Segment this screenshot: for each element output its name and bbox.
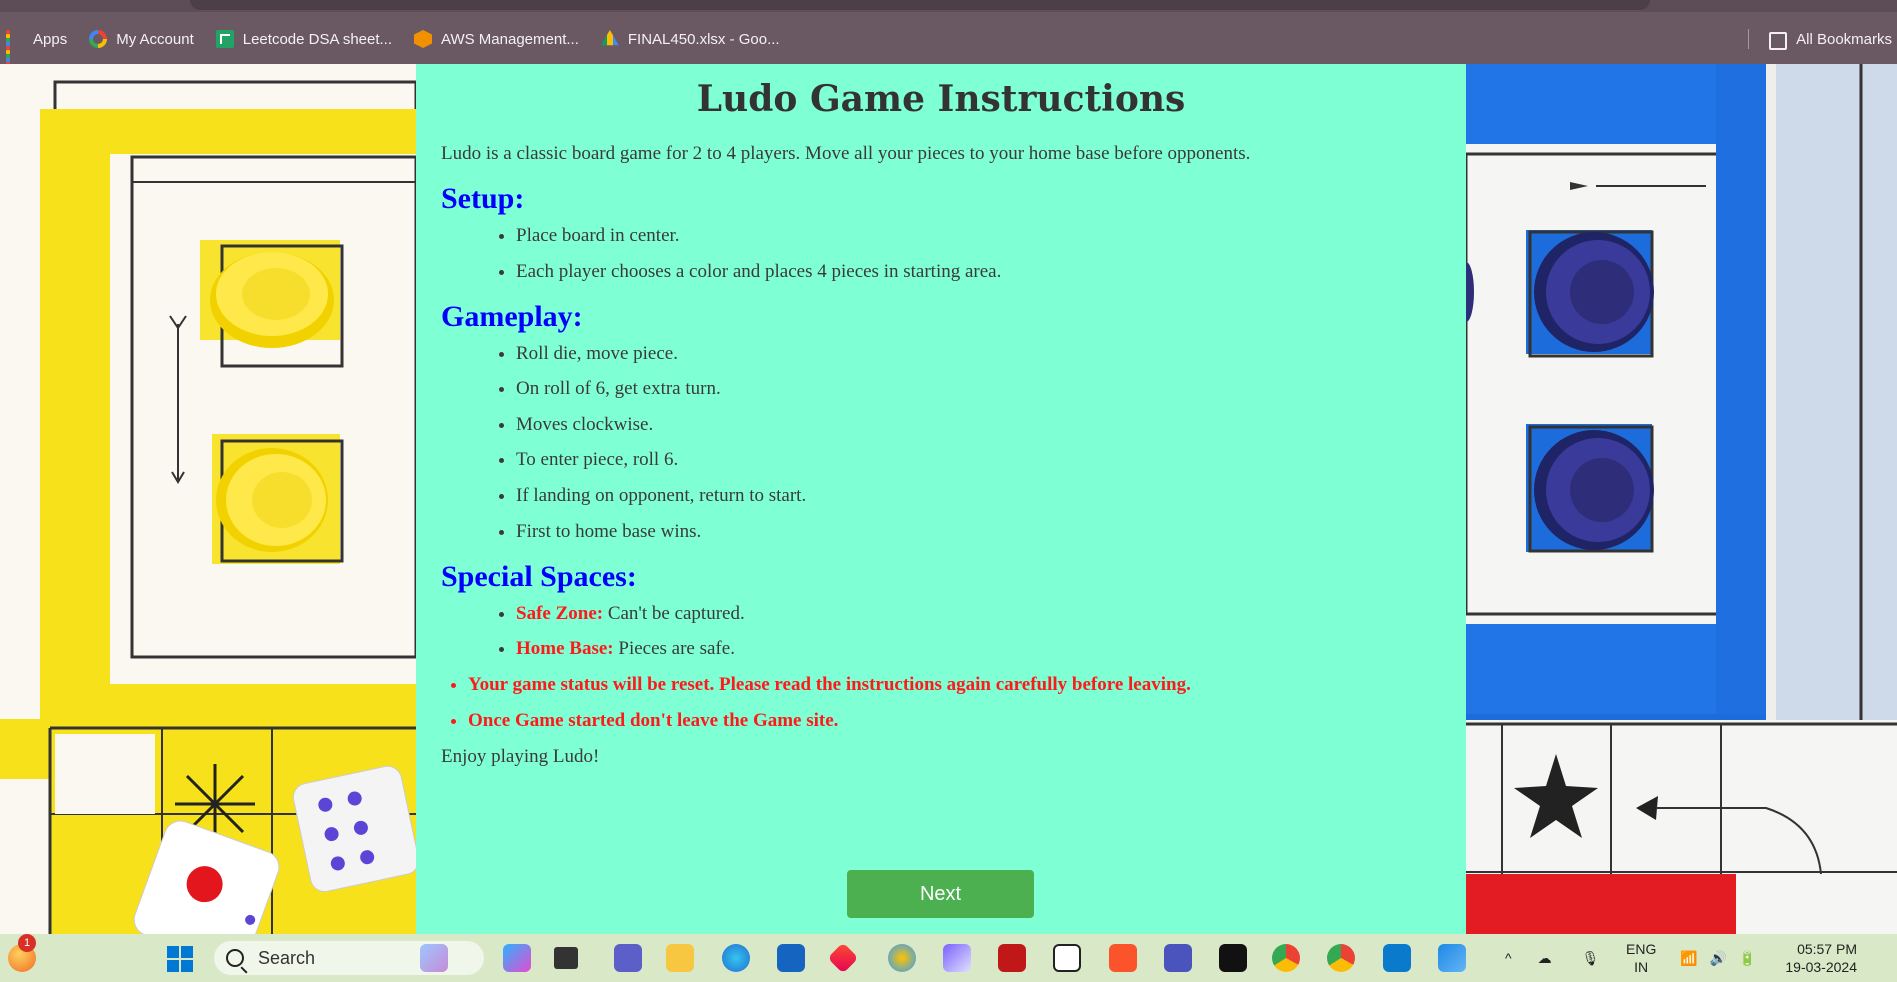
bookmark-label: AWS Management... [441, 30, 579, 48]
bookmark-my-account[interactable]: My Account [89, 24, 194, 54]
safe-zone-text: Can't be captured. [603, 602, 745, 624]
taskbar: 1 Search ^ ☁ 🎙 ENG IN 📶 🔊 🔋 05:57 PM 19-… [0, 934, 1897, 982]
teams-work-icon[interactable] [1164, 944, 1192, 972]
list-item: On roll of 6, get extra turn. [516, 377, 1441, 401]
next-button[interactable]: Next [847, 870, 1034, 918]
clock[interactable]: 05:57 PM 19-03-2024 [1785, 940, 1857, 976]
region-code: IN [1634, 959, 1649, 975]
ludo-board-background-right [1466, 64, 1897, 934]
start-button[interactable] [167, 946, 193, 972]
bookmark-aws[interactable]: AWS Management... [414, 24, 579, 54]
date: 19-03-2024 [1785, 959, 1857, 975]
list-item: Moves clockwise. [516, 413, 1441, 437]
list-item: To enter piece, roll 6. [516, 448, 1441, 472]
apps-grid-icon [6, 30, 24, 66]
list-item: Home Base: Pieces are safe. [516, 637, 1441, 661]
warning-reset: Your game status will be reset. Please r… [468, 673, 1441, 697]
copilot-pro-icon[interactable] [943, 944, 971, 972]
browser-chrome: Apps My Account Leetcode DSA sheet... AW… [0, 0, 1897, 66]
google-icon [89, 30, 108, 48]
google-drive-icon [600, 30, 619, 46]
store-icon[interactable] [777, 944, 805, 972]
ludo-board-image-right [1466, 64, 1897, 934]
paint-icon[interactable] [888, 944, 916, 972]
chrome-profile-icon[interactable] [1327, 944, 1355, 972]
system-tray: ^ ☁ 🎙 [1505, 934, 1599, 982]
gameplay-list: Roll die, move piece. On roll of 6, get … [441, 342, 1441, 544]
address-bar[interactable] [190, 0, 1650, 10]
copilot-icon[interactable] [503, 944, 531, 972]
list-item: Safe Zone: Can't be captured. [516, 602, 1441, 626]
notification-badge: 1 [18, 934, 36, 952]
edge-icon[interactable] [722, 944, 750, 972]
warning-dont-leave: Once Game started don't leave the Game s… [468, 709, 1441, 733]
file-explorer-icon[interactable] [420, 944, 448, 972]
chrome-icon[interactable] [1272, 944, 1300, 972]
google-sheets-icon [215, 30, 234, 48]
outro-text: Enjoy playing Ludo! [441, 745, 600, 767]
bookmark-label: Leetcode DSA sheet... [242, 30, 393, 48]
all-bookmarks-button[interactable]: All Bookmarks [1769, 24, 1892, 54]
web-page: Ludo Game Instructions Ludo is a classic… [0, 64, 1897, 934]
warnings-list: Your game status will be reset. Please r… [441, 673, 1441, 733]
bookmarks-bar: Apps My Account Leetcode DSA sheet... AW… [0, 22, 1897, 66]
list-item: Each player chooses a color and places 4… [516, 260, 1441, 284]
setup-heading: Setup: [441, 182, 525, 215]
bookmark-leetcode[interactable]: Leetcode DSA sheet... [215, 24, 393, 54]
search-label: Search [258, 947, 316, 968]
brave-icon[interactable] [1109, 944, 1137, 972]
list-item: First to home base wins. [516, 520, 1441, 544]
volume-icon[interactable]: 🔊 [1709, 950, 1726, 967]
onedrive-icon[interactable]: ☁ [1538, 950, 1552, 967]
bookmark-label: Apps [33, 30, 68, 48]
bookmark-label: FINAL450.xlsx - Goo... [627, 30, 780, 48]
page-title: Ludo Game Instructions [696, 78, 1186, 120]
vscode-icon[interactable] [1383, 944, 1411, 972]
home-base-text: Pieces are safe. [613, 638, 735, 660]
list-item: Place board in center. [516, 224, 1441, 248]
language-indicator[interactable]: ENG IN [1626, 940, 1656, 976]
setup-list: Place board in center. Each player choos… [441, 224, 1441, 284]
special-spaces-heading: Special Spaces: [441, 559, 637, 593]
all-bookmarks-label: All Bookmarks [1796, 30, 1892, 48]
gameplay-heading: Gameplay: [441, 299, 583, 333]
instructions-panel: Ludo Game Instructions Ludo is a classic… [416, 64, 1466, 934]
bookmark-apps[interactable]: Apps [6, 24, 68, 66]
home-base-term: Home Base: [516, 638, 614, 660]
teams-icon[interactable] [614, 944, 642, 972]
wifi-icon[interactable]: 📶 [1680, 950, 1697, 967]
list-item: If landing on opponent, return to start. [516, 484, 1441, 508]
office-icon[interactable] [827, 942, 859, 974]
special-spaces-list: Safe Zone: Can't be captured. Home Base:… [441, 602, 1441, 662]
list-item: Roll die, move piece. [516, 342, 1441, 366]
task-view-icon[interactable] [554, 947, 578, 969]
safe-zone-term: Safe Zone: [516, 602, 604, 624]
ludo-board-background-left [0, 64, 416, 934]
notion-icon[interactable] [1053, 944, 1081, 972]
battery-icon[interactable]: 🔋 [1739, 950, 1756, 967]
app-icon[interactable] [1219, 944, 1247, 972]
mcafee-icon[interactable] [998, 944, 1026, 972]
folder-icon [1769, 31, 1788, 50]
intro-text: Ludo is a classic board game for 2 to 4 … [441, 143, 1251, 164]
photos-icon[interactable] [1438, 944, 1466, 972]
microphone-icon[interactable]: 🎙 [1582, 950, 1600, 967]
bookmarks-divider [1748, 29, 1750, 49]
chevron-up-icon[interactable]: ^ [1505, 950, 1512, 966]
ludo-board-image-left [0, 64, 416, 934]
folder-icon[interactable] [666, 944, 694, 972]
time: 05:57 PM [1797, 941, 1857, 957]
aws-icon [414, 30, 433, 48]
bookmark-label: My Account [116, 30, 194, 48]
bookmark-final450[interactable]: FINAL450.xlsx - Goo... [600, 24, 780, 54]
status-icons: 📶 🔊 🔋 [1680, 934, 1756, 982]
language-code: ENG [1626, 941, 1657, 957]
search-icon [226, 949, 244, 967]
